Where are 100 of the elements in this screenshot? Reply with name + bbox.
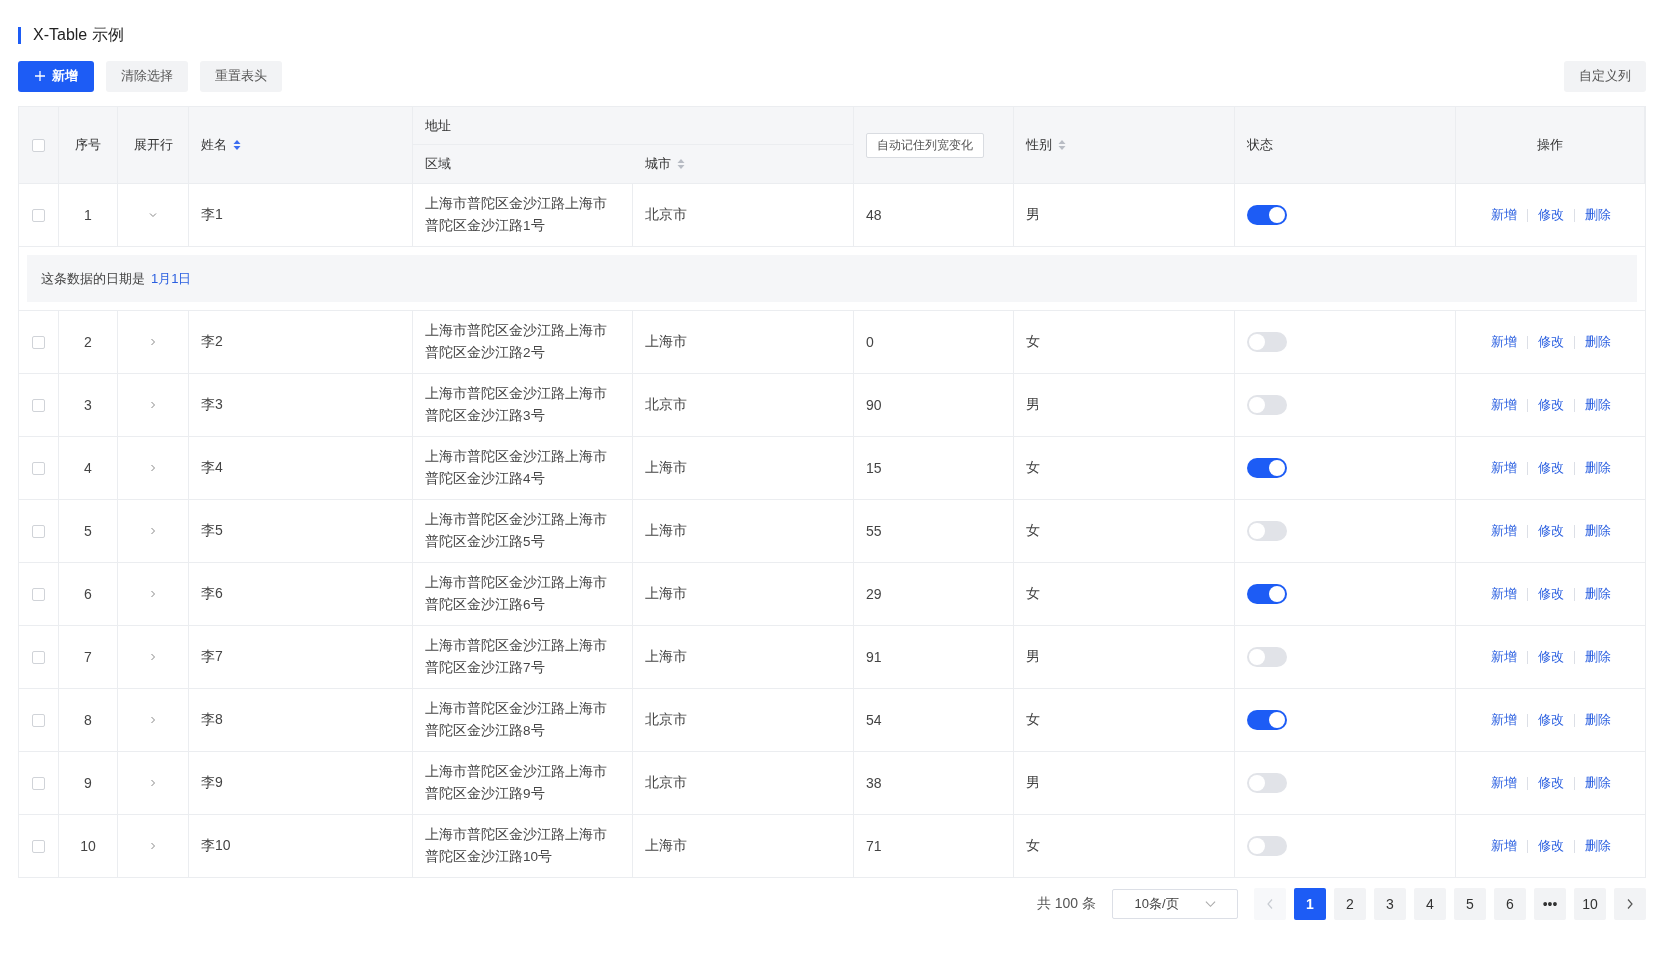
table-cell: 李3 <box>201 396 223 414</box>
chevron-icon[interactable] <box>148 841 158 851</box>
status-switch[interactable] <box>1247 836 1287 856</box>
status-switch[interactable] <box>1247 710 1287 730</box>
page-button[interactable]: 6 <box>1494 888 1526 920</box>
table-cell: 29 <box>866 586 882 602</box>
status-switch[interactable] <box>1247 521 1287 541</box>
table-cell: 6 <box>84 586 92 602</box>
table-cell: 4 <box>84 460 92 476</box>
next-page-button[interactable] <box>1614 888 1646 920</box>
table-cell: 李6 <box>201 585 223 603</box>
action-link[interactable]: 新增 <box>1490 459 1517 477</box>
action-link[interactable]: 删除 <box>1584 333 1611 351</box>
detail-text: 这条数据的日期是 <box>41 269 145 288</box>
action-link[interactable]: 新增 <box>1490 648 1517 666</box>
chevron-icon[interactable] <box>148 463 158 473</box>
chevron-icon[interactable] <box>148 210 158 220</box>
row-checkbox[interactable] <box>32 839 45 853</box>
table-cell: 男 <box>1026 396 1040 414</box>
sort-icon[interactable] <box>233 139 241 151</box>
table-cell: 北京市 <box>645 206 687 224</box>
action-link[interactable]: 修改 <box>1537 522 1564 540</box>
row-checkbox[interactable] <box>32 587 45 601</box>
page-button[interactable]: 10 <box>1574 888 1606 920</box>
chevron-icon[interactable] <box>148 526 158 536</box>
add-button[interactable]: 新增 <box>18 60 94 92</box>
action-link[interactable]: 修改 <box>1537 206 1564 224</box>
action-link[interactable]: 修改 <box>1537 459 1564 477</box>
action-link[interactable]: 删除 <box>1584 837 1611 855</box>
page-button[interactable]: 3 <box>1374 888 1406 920</box>
date-link[interactable]: 1月1日 <box>151 269 192 288</box>
action-link[interactable]: 删除 <box>1584 648 1611 666</box>
custom-columns-button[interactable]: 自定义列 <box>1564 60 1646 92</box>
action-link[interactable]: 修改 <box>1537 585 1564 603</box>
action-link[interactable]: 新增 <box>1490 522 1517 540</box>
sort-icon[interactable] <box>1058 139 1066 151</box>
status-switch[interactable] <box>1247 332 1287 352</box>
page-button[interactable]: 2 <box>1334 888 1366 920</box>
column-header: 展开行 <box>133 136 173 154</box>
page-button[interactable]: 1 <box>1294 888 1326 920</box>
action-link[interactable]: 修改 <box>1537 648 1564 666</box>
status-switch[interactable] <box>1247 205 1287 225</box>
action-link[interactable]: 修改 <box>1537 396 1564 414</box>
action-link[interactable]: 删除 <box>1584 459 1611 477</box>
action-link[interactable]: 新增 <box>1490 585 1517 603</box>
column-header: 姓名 <box>201 136 227 154</box>
toolbar-button[interactable]: 重置表头 <box>200 60 282 92</box>
action-link[interactable]: 删除 <box>1584 206 1611 224</box>
action-link[interactable]: 删除 <box>1584 522 1611 540</box>
chevron-icon[interactable] <box>148 400 158 410</box>
action-link[interactable]: 新增 <box>1490 774 1517 792</box>
row-checkbox[interactable] <box>32 335 45 349</box>
status-switch[interactable] <box>1247 395 1287 415</box>
row-checkbox[interactable] <box>32 461 45 475</box>
action-link[interactable]: 删除 <box>1584 396 1611 414</box>
status-switch[interactable] <box>1247 584 1287 604</box>
action-link[interactable]: 删除 <box>1584 711 1611 729</box>
table-cell: 9 <box>84 775 92 791</box>
chevron-icon[interactable] <box>148 715 158 725</box>
chevron-icon[interactable] <box>148 337 158 347</box>
row-checkbox[interactable] <box>32 650 45 664</box>
action-link[interactable]: 删除 <box>1584 774 1611 792</box>
column-header: 序号 <box>75 136 101 154</box>
sort-icon[interactable] <box>677 158 685 170</box>
action-link[interactable]: 新增 <box>1490 711 1517 729</box>
action-link[interactable]: 删除 <box>1584 585 1611 603</box>
page-size-select[interactable]: 10条/页 <box>1112 889 1238 919</box>
action-link[interactable]: 修改 <box>1537 774 1564 792</box>
row-checkbox[interactable] <box>32 398 45 412</box>
chevron-icon[interactable] <box>148 652 158 662</box>
page-button[interactable]: ••• <box>1534 888 1566 920</box>
table-cell: 上海市 <box>645 585 687 603</box>
action-link[interactable]: 新增 <box>1490 333 1517 351</box>
status-switch[interactable] <box>1247 773 1287 793</box>
table-cell: 10 <box>80 838 96 854</box>
row-checkbox[interactable] <box>32 713 45 727</box>
action-link[interactable]: 修改 <box>1537 711 1564 729</box>
table-cell: 李7 <box>201 648 223 666</box>
table-cell: 上海市 <box>645 522 687 540</box>
action-link[interactable]: 新增 <box>1490 206 1517 224</box>
row-checkbox[interactable] <box>32 776 45 790</box>
row-checkbox[interactable] <box>32 524 45 538</box>
status-switch[interactable] <box>1247 647 1287 667</box>
chevron-icon[interactable] <box>148 778 158 788</box>
title-accent-bar <box>18 26 21 44</box>
plus-icon <box>34 70 46 82</box>
status-switch[interactable] <box>1247 458 1287 478</box>
page-button[interactable]: 4 <box>1414 888 1446 920</box>
remember-width-button[interactable]: 自动记住列宽变化 <box>866 132 984 158</box>
action-link[interactable]: 新增 <box>1490 396 1517 414</box>
page-button[interactable]: 5 <box>1454 888 1486 920</box>
select-all-checkbox[interactable] <box>32 138 45 152</box>
toolbar-button[interactable]: 清除选择 <box>106 60 188 92</box>
row-checkbox[interactable] <box>32 208 45 222</box>
action-link[interactable]: 修改 <box>1537 837 1564 855</box>
action-link[interactable]: 修改 <box>1537 333 1564 351</box>
action-link[interactable]: 新增 <box>1490 837 1517 855</box>
chevron-icon[interactable] <box>148 589 158 599</box>
table-cell: 女 <box>1026 459 1040 477</box>
table-cell: 男 <box>1026 206 1040 224</box>
